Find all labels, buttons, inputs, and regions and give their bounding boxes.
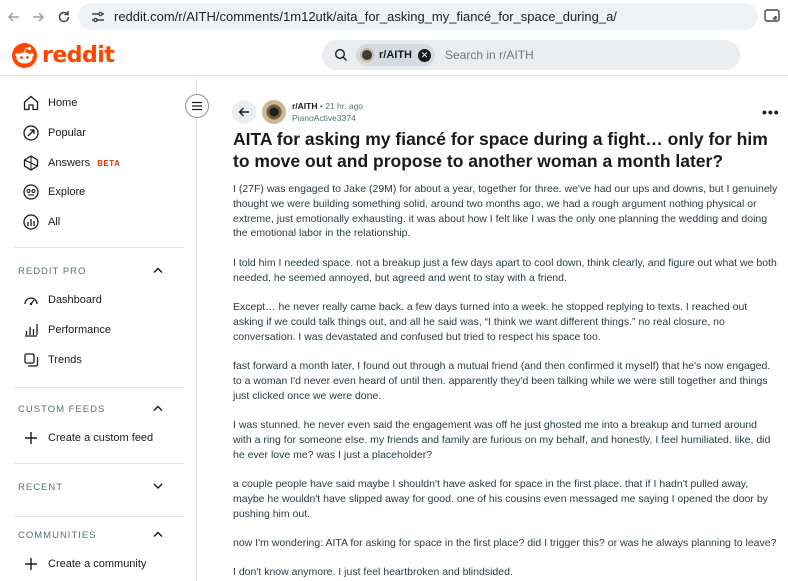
sidebar-item-label: Explore	[48, 186, 86, 198]
sidebar-item-home[interactable]: Home	[22, 93, 77, 113]
browser-toolbar: reddit.com/r/AITH/comments/1m12utk/aita_…	[0, 0, 788, 34]
subreddit-avatar[interactable]	[262, 100, 286, 124]
performance-icon	[25, 324, 38, 337]
sidebar-item-create-community[interactable]: Create a community	[22, 554, 146, 574]
subreddit-search-chip[interactable]: r/AITH ✕	[356, 44, 435, 66]
reddit-header: reddit r/AITH ✕	[0, 34, 788, 76]
post-paragraph: I told him I needed space. not a breakup…	[233, 256, 777, 284]
chevron-up-icon[interactable]	[152, 530, 164, 538]
sidebar-item-label: Trends	[48, 354, 82, 366]
post-paragraph: I was stunned. he never even said the en…	[233, 418, 771, 461]
site-info-icon[interactable]	[90, 9, 106, 25]
chevron-up-icon[interactable]	[152, 266, 164, 274]
sidebar-item-label: All	[48, 216, 61, 228]
sidebar-collapse-button[interactable]	[185, 94, 209, 118]
sidebar-item-explore[interactable]: Explore	[22, 182, 85, 202]
plus-icon	[25, 558, 37, 570]
popular-icon	[23, 125, 39, 141]
post-paragraph: a couple people have said maybe I should…	[233, 477, 768, 520]
sidebar-item-label: Dashboard	[48, 294, 102, 306]
search-input[interactable]	[445, 48, 645, 62]
answers-icon	[23, 155, 39, 171]
section-heading-custom-feeds: CUSTOM FEEDS	[18, 404, 106, 415]
post-body: I (27F) was engaged to Jake (29M) for ab…	[233, 182, 778, 581]
home-icon	[23, 95, 39, 111]
chevron-down-icon[interactable]	[152, 482, 164, 490]
post-paragraph: fast forward a month later, I found out …	[233, 359, 771, 402]
cast-icon[interactable]	[764, 9, 780, 23]
more-options-icon[interactable]: •••	[762, 104, 780, 120]
reddit-snoo-icon	[12, 43, 37, 68]
section-heading-reddit-pro: REDDIT PRO	[18, 266, 87, 277]
sidebar-divider	[14, 516, 184, 517]
back-arrow-icon	[238, 107, 249, 117]
back-button[interactable]	[232, 100, 256, 124]
sidebar-item-dashboard[interactable]: Dashboard	[22, 290, 102, 310]
sidebar-item-label: Create a community	[48, 558, 147, 570]
url-text: reddit.com/r/AITH/comments/1m12utk/aita_…	[114, 9, 617, 24]
reload-icon[interactable]	[50, 3, 78, 31]
sidebar-item-label: Popular	[48, 127, 86, 139]
address-bar[interactable]: reddit.com/r/AITH/comments/1m12utk/aita_…	[78, 3, 758, 30]
sidebar-item-label: Answers	[48, 157, 91, 169]
section-heading-recent: RECENT	[18, 482, 64, 493]
sidebar-item-label: Home	[48, 97, 78, 109]
post-meta: r/AITH • 21 hr. ago	[292, 101, 363, 111]
sidebar-item-label: Performance	[48, 324, 111, 336]
plus-icon	[25, 432, 37, 444]
subreddit-link[interactable]: r/AITH	[292, 101, 318, 111]
sidebar-item-label: Create a custom feed	[48, 432, 154, 444]
dashboard-icon	[24, 297, 38, 306]
chevron-up-icon[interactable]	[152, 404, 164, 412]
post-paragraph: I don't know anymore. I just feel heartb…	[233, 566, 513, 579]
section-heading-communities: COMMUNITIES	[18, 530, 97, 541]
sidebar-item-trends[interactable]: Trends	[22, 350, 82, 370]
post-paragraph: now I'm wondering: AITA for asking for s…	[233, 536, 777, 549]
forward-arrow-icon[interactable]	[24, 3, 52, 31]
post-time: 21 hr. ago	[325, 101, 364, 111]
beta-badge: BETA	[97, 158, 121, 168]
sidebar-divider	[14, 387, 184, 388]
sidebar-item-create-custom-feed[interactable]: Create a custom feed	[22, 428, 153, 448]
post-author[interactable]: PianoActive3374	[292, 113, 356, 123]
sidebar-divider	[14, 463, 184, 464]
explore-icon	[23, 184, 39, 200]
post-title: AITA for asking my fiancé for space duri…	[233, 129, 768, 171]
post-paragraph: Except… he never really came back. a few…	[233, 300, 748, 343]
all-icon	[23, 214, 39, 230]
chip-label: r/AITH	[379, 49, 412, 61]
menu-icon	[192, 101, 202, 111]
reddit-logo[interactable]: reddit	[12, 43, 115, 68]
trends-icon	[24, 353, 39, 367]
sidebar-item-performance[interactable]: Performance	[22, 320, 111, 340]
left-sidebar: Home Popular Answers BETA Explore All RE…	[0, 77, 197, 581]
search-icon	[334, 48, 347, 61]
sidebar-item-all[interactable]: All	[22, 212, 60, 232]
search-bar[interactable]: r/AITH ✕	[322, 40, 740, 70]
post-paragraph: I (27F) was engaged to Jake (29M) for ab…	[233, 183, 778, 240]
close-icon[interactable]: ✕	[418, 48, 431, 62]
sidebar-item-answers[interactable]: Answers BETA	[22, 153, 120, 173]
subreddit-avatar	[360, 48, 374, 62]
logo-text: reddit	[42, 43, 115, 68]
sidebar-divider	[14, 247, 184, 248]
sidebar-item-popular[interactable]: Popular	[22, 123, 86, 143]
